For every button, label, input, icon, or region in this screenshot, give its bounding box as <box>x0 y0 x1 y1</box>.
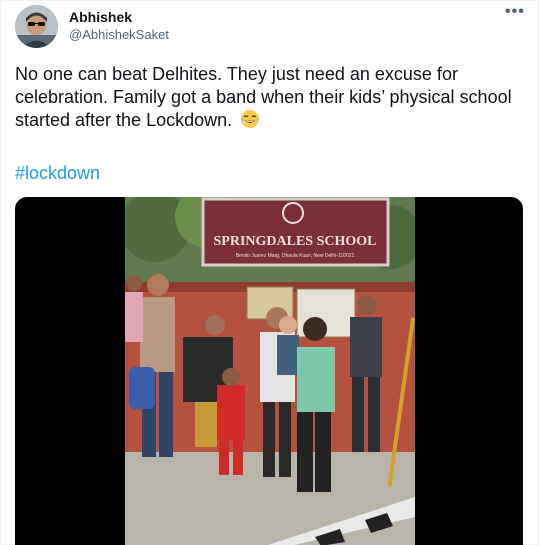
hashtag-link[interactable]: #lockdown <box>15 163 100 184</box>
more-options-icon[interactable]: ••• <box>505 3 525 21</box>
author-display-name[interactable]: Abhishek <box>69 9 132 25</box>
face-with-tears-of-joy-icon <box>241 110 260 128</box>
tweet-card[interactable]: Abhishek @AbhishekSaket ••• No one can b… <box>0 0 539 545</box>
school-sign-subtitle: Benito Juarez Marg, Dhaula Kuan, New Del… <box>236 253 355 259</box>
author-handle[interactable]: @AbhishekSaket <box>69 27 169 42</box>
author-avatar[interactable] <box>15 5 58 48</box>
tweet-body: No one can beat Delhites. They just need… <box>15 64 512 130</box>
user-avatar-icon <box>15 5 58 48</box>
video-frame: SPRINGDALES SCHOOL Benito Juarez Marg, D… <box>125 197 415 545</box>
school-sign-title: SPRINGDALES SCHOOL <box>214 234 377 249</box>
tweet-video[interactable]: SPRINGDALES SCHOOL Benito Juarez Marg, D… <box>15 197 523 545</box>
tweet-text: No one can beat Delhites. They just need… <box>15 63 525 132</box>
